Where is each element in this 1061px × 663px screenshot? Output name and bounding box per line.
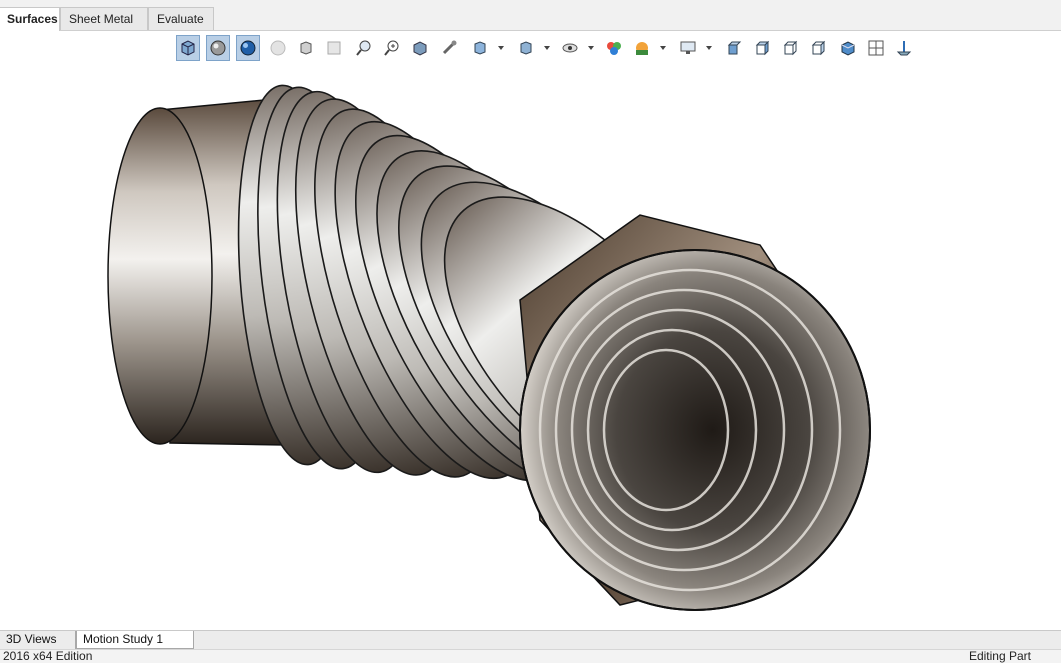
status-edition: 2016 x64 Edition [3,649,93,663]
shaded-with-edges-icon[interactable] [176,35,200,61]
display-style-icon[interactable] [468,35,492,61]
tab-motion-study-1[interactable]: Motion Study 1 [76,631,194,649]
tab-3d-views-label: 3D Views [6,632,57,646]
zoom-to-fit-icon[interactable] [352,35,376,61]
section-view-icon[interactable] [322,35,346,61]
trimetric-view-icon[interactable] [778,35,802,61]
dimetric-view-icon[interactable] [806,35,830,61]
chevron-down-icon[interactable] [588,45,594,51]
tab-surfaces[interactable]: Surfaces [0,7,60,31]
tab-evaluate[interactable]: Evaluate [148,7,214,30]
left-cuff-end [107,107,213,445]
chevron-down-icon[interactable] [544,45,550,51]
edit-appearance-icon[interactable] [602,35,626,61]
tab-surfaces-label: Surfaces [7,12,58,26]
tab-3d-views[interactable]: 3D Views [0,631,76,649]
view-settings-icon[interactable] [676,35,700,61]
apply-scene-icon[interactable] [630,35,654,61]
normal-to-icon[interactable] [892,35,916,61]
bottom-tab-bar: 3D Views Motion Study 1 [0,630,1061,649]
tab-sheet-metal[interactable]: Sheet Metal [60,7,148,30]
bellows-pipe-model[interactable] [0,31,1061,630]
isometric-view-icon[interactable] [750,35,774,61]
status-bar: 2016 x64 Edition Editing Part [0,649,1061,663]
tab-sheet-metal-label: Sheet Metal [69,12,134,26]
status-mode: Editing Part [968,649,1031,663]
shaded-cube-icon[interactable] [836,35,860,61]
view-orientation-cube-icon[interactable] [294,35,318,61]
tab-motion-study-1-label: Motion Study 1 [83,632,164,646]
front-view-icon[interactable] [722,35,746,61]
hide-show-items-icon[interactable] [514,35,538,61]
zoom-to-area-icon[interactable] [380,35,404,61]
rotate-view-icon[interactable] [438,35,462,61]
realview-sphere-icon[interactable] [236,35,260,61]
visibility-icon[interactable] [558,35,582,61]
shaded-icon[interactable] [206,35,230,61]
ambient-occlusion-icon[interactable] [266,35,290,61]
four-view-icon[interactable] [864,35,888,61]
chevron-down-icon[interactable] [498,45,504,51]
chevron-down-icon[interactable] [660,45,666,51]
tab-evaluate-label: Evaluate [157,12,204,26]
previous-view-icon[interactable] [408,35,432,61]
ribbon-tab-bar: Surfaces Sheet Metal Evaluate [0,0,1061,31]
chevron-down-icon[interactable] [706,45,712,51]
